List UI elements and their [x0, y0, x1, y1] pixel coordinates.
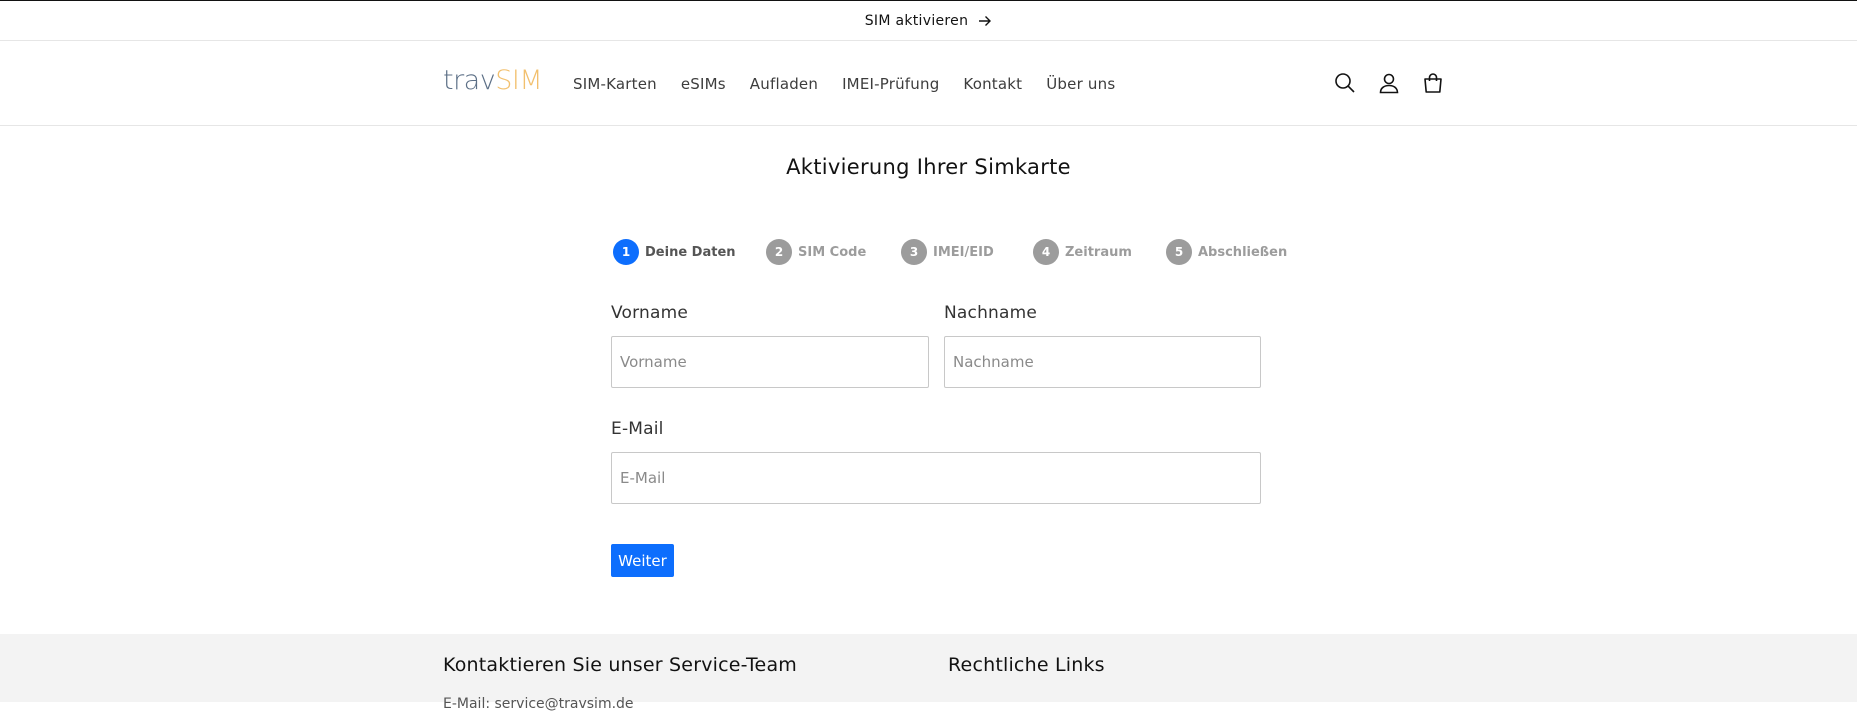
page-title: Aktivierung Ihrer Simkarte — [786, 155, 1071, 179]
email-field[interactable] — [611, 452, 1261, 504]
step-number: 2 — [766, 239, 792, 265]
step-4[interactable]: 4 Zeitraum — [1033, 239, 1132, 265]
main-nav: SIM-Karten eSIMs Aufladen IMEI-Prüfung K… — [573, 75, 1139, 93]
logo[interactable]: travSIM — [443, 65, 543, 96]
nav-item-esims[interactable]: eSIMs — [681, 75, 726, 93]
arrow-right-icon — [978, 15, 992, 27]
logo-part-1: trav — [443, 65, 496, 96]
step-label: Deine Daten — [645, 244, 736, 260]
next-button[interactable]: Weiter — [611, 544, 674, 577]
cart-icon[interactable] — [1420, 70, 1446, 96]
step-number: 3 — [901, 239, 927, 265]
lastname-field[interactable] — [944, 336, 1261, 388]
header-icons — [1332, 70, 1464, 96]
step-number: 1 — [613, 239, 639, 265]
step-2[interactable]: 2 SIM Code — [766, 239, 866, 265]
lastname-label: Nachname — [944, 303, 1038, 323]
step-number: 5 — [1166, 239, 1192, 265]
step-number: 4 — [1033, 239, 1059, 265]
email-label: E-Mail — [611, 419, 664, 439]
search-icon[interactable] — [1332, 70, 1358, 96]
firstname-field[interactable] — [611, 336, 929, 388]
nav-item-ueber-uns[interactable]: Über uns — [1046, 75, 1115, 93]
account-icon[interactable] — [1376, 70, 1402, 96]
step-label: Zeitraum — [1065, 244, 1132, 260]
announcement-text[interactable]: SIM aktivieren — [865, 13, 969, 29]
footer-contact-heading: Kontaktieren Sie unser Service-Team — [443, 654, 798, 676]
step-label: Abschließen — [1198, 244, 1288, 260]
announcement-bar[interactable]: SIM aktivieren — [0, 0, 1857, 41]
nav-item-sim-karten[interactable]: SIM-Karten — [573, 75, 657, 93]
firstname-label: Vorname — [611, 303, 689, 323]
step-1[interactable]: 1 Deine Daten — [613, 239, 736, 265]
nav-item-aufladen[interactable]: Aufladen — [750, 75, 818, 93]
nav-item-imei-pruefung[interactable]: IMEI-Prüfung — [842, 75, 939, 93]
step-3[interactable]: 3 IMEI/EID — [901, 239, 994, 265]
site-header: travSIM SIM-Karten eSIMs Aufladen IMEI-P… — [0, 41, 1857, 126]
nav-item-kontakt[interactable]: Kontakt — [963, 75, 1022, 93]
step-label: IMEI/EID — [933, 244, 994, 260]
step-5[interactable]: 5 Abschließen — [1166, 239, 1287, 265]
footer-contact-email[interactable]: E-Mail: service@travsim.de — [443, 696, 634, 712]
footer-legal-heading: Rechtliche Links — [948, 654, 1105, 676]
step-label: SIM Code — [798, 244, 867, 260]
footer: Kontaktieren Sie unser Service-Team E-Ma… — [0, 634, 1857, 712]
logo-part-2: SIM — [495, 65, 543, 96]
